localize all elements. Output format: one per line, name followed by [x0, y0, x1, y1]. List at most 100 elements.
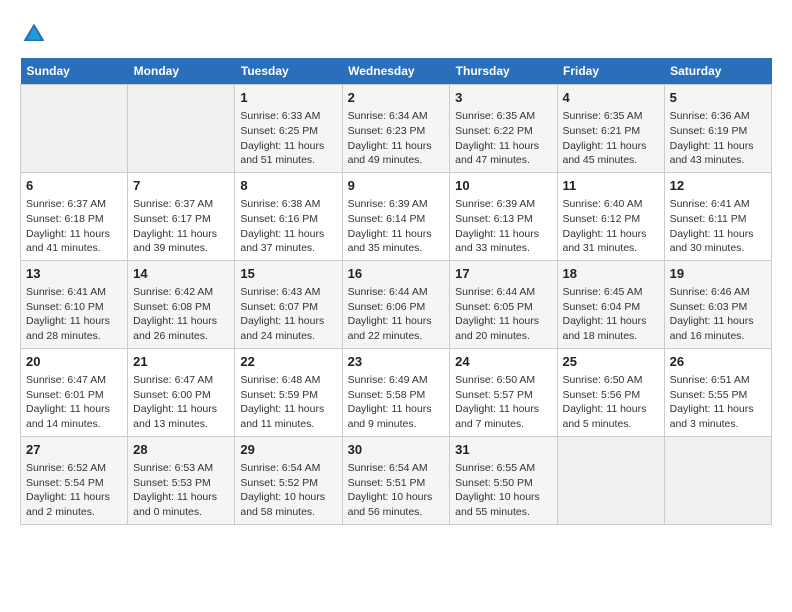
- day-info: Sunrise: 6:47 AM Sunset: 6:00 PM Dayligh…: [133, 373, 229, 432]
- day-number: 6: [26, 177, 122, 195]
- day-header-sunday: Sunday: [21, 58, 128, 85]
- day-info: Sunrise: 6:47 AM Sunset: 6:01 PM Dayligh…: [26, 373, 122, 432]
- day-number: 7: [133, 177, 229, 195]
- day-cell: 14Sunrise: 6:42 AM Sunset: 6:08 PM Dayli…: [128, 260, 235, 348]
- day-number: 15: [240, 265, 336, 283]
- day-cell: 11 Sunrise: 6:40 AM Sunset: 6:12 PM Dayli…: [557, 172, 664, 260]
- day-info: Sunrise: 6:39 AM Sunset: 6:14 PM Dayligh…: [348, 197, 445, 256]
- day-info: Sunrise: 6:37 AM Sunset: 6:18 PM Dayligh…: [26, 197, 122, 256]
- day-info: Sunrise: 6:51 AM Sunset: 5:55 PM Dayligh…: [670, 373, 766, 432]
- day-cell: 18Sunrise: 6:45 AM Sunset: 6:04 PM Dayli…: [557, 260, 664, 348]
- day-cell: 27 Sunrise: 6:52 AM Sunset: 5:54 PM Dayli…: [21, 436, 128, 524]
- day-info: Sunrise: 6:36 AM Sunset: 6:19 PM Dayligh…: [670, 109, 766, 168]
- logo-icon: [20, 20, 48, 48]
- week-row-4: 20Sunrise: 6:47 AM Sunset: 6:01 PM Dayli…: [21, 348, 772, 436]
- day-number: 27: [26, 441, 122, 459]
- calendar-header: SundayMondayTuesdayWednesdayThursdayFrid…: [21, 58, 772, 85]
- day-cell: 28 Sunrise: 6:53 AM Sunset: 5:53 PM Dayli…: [128, 436, 235, 524]
- day-cell: 4 Sunrise: 6:35 AM Sunset: 6:21 PM Daylig…: [557, 85, 664, 173]
- day-cell: 17 Sunrise: 6:44 AM Sunset: 6:05 PM Dayli…: [450, 260, 557, 348]
- day-info: Sunrise: 6:41 AM Sunset: 6:10 PM Dayligh…: [26, 285, 122, 344]
- day-info: Sunrise: 6:54 AM Sunset: 5:51 PM Dayligh…: [348, 461, 445, 520]
- day-cell: 3 Sunrise: 6:35 AM Sunset: 6:22 PM Daylig…: [450, 85, 557, 173]
- day-cell: 9 Sunrise: 6:39 AM Sunset: 6:14 PM Daylig…: [342, 172, 450, 260]
- day-number: 19: [670, 265, 766, 283]
- day-info: Sunrise: 6:46 AM Sunset: 6:03 PM Dayligh…: [670, 285, 766, 344]
- day-cell: 30 Sunrise: 6:54 AM Sunset: 5:51 PM Dayli…: [342, 436, 450, 524]
- day-number: 26: [670, 353, 766, 371]
- logo: [20, 20, 52, 48]
- day-number: 22: [240, 353, 336, 371]
- day-number: 28: [133, 441, 229, 459]
- day-cell: 24 Sunrise: 6:50 AM Sunset: 5:57 PM Dayli…: [450, 348, 557, 436]
- day-cell: 2 Sunrise: 6:34 AM Sunset: 6:23 PM Daylig…: [342, 85, 450, 173]
- calendar-table: SundayMondayTuesdayWednesdayThursdayFrid…: [20, 58, 772, 525]
- day-number: 30: [348, 441, 445, 459]
- day-number: 29: [240, 441, 336, 459]
- day-cell: 23Sunrise: 6:49 AM Sunset: 5:58 PM Dayli…: [342, 348, 450, 436]
- week-row-1: 1 Sunrise: 6:33 AM Sunset: 6:25 PM Daylig…: [21, 85, 772, 173]
- day-number: 24: [455, 353, 551, 371]
- day-cell: [21, 85, 128, 173]
- day-info: Sunrise: 6:54 AM Sunset: 5:52 PM Dayligh…: [240, 461, 336, 520]
- day-info: Sunrise: 6:55 AM Sunset: 5:50 PM Dayligh…: [455, 461, 551, 520]
- day-info: Sunrise: 6:38 AM Sunset: 6:16 PM Dayligh…: [240, 197, 336, 256]
- calendar-body: 1 Sunrise: 6:33 AM Sunset: 6:25 PM Daylig…: [21, 85, 772, 525]
- day-cell: 26 Sunrise: 6:51 AM Sunset: 5:55 PM Dayli…: [664, 348, 771, 436]
- day-header-friday: Friday: [557, 58, 664, 85]
- day-cell: 31Sunrise: 6:55 AM Sunset: 5:50 PM Dayli…: [450, 436, 557, 524]
- day-cell: 22 Sunrise: 6:48 AM Sunset: 5:59 PM Dayli…: [235, 348, 342, 436]
- day-cell: 6 Sunrise: 6:37 AM Sunset: 6:18 PM Daylig…: [21, 172, 128, 260]
- week-row-2: 6 Sunrise: 6:37 AM Sunset: 6:18 PM Daylig…: [21, 172, 772, 260]
- day-header-monday: Monday: [128, 58, 235, 85]
- day-number: 18: [563, 265, 659, 283]
- day-cell: 15Sunrise: 6:43 AM Sunset: 6:07 PM Dayli…: [235, 260, 342, 348]
- day-cell: 21 Sunrise: 6:47 AM Sunset: 6:00 PM Dayli…: [128, 348, 235, 436]
- day-info: Sunrise: 6:53 AM Sunset: 5:53 PM Dayligh…: [133, 461, 229, 520]
- day-info: Sunrise: 6:33 AM Sunset: 6:25 PM Dayligh…: [240, 109, 336, 168]
- day-info: Sunrise: 6:37 AM Sunset: 6:17 PM Dayligh…: [133, 197, 229, 256]
- day-cell: [557, 436, 664, 524]
- day-number: 10: [455, 177, 551, 195]
- day-cell: [664, 436, 771, 524]
- day-info: Sunrise: 6:34 AM Sunset: 6:23 PM Dayligh…: [348, 109, 445, 168]
- day-cell: 19 Sunrise: 6:46 AM Sunset: 6:03 PM Dayli…: [664, 260, 771, 348]
- day-info: Sunrise: 6:42 AM Sunset: 6:08 PM Dayligh…: [133, 285, 229, 344]
- day-number: 2: [348, 89, 445, 107]
- day-cell: 7 Sunrise: 6:37 AM Sunset: 6:17 PM Daylig…: [128, 172, 235, 260]
- day-info: Sunrise: 6:50 AM Sunset: 5:57 PM Dayligh…: [455, 373, 551, 432]
- day-number: 21: [133, 353, 229, 371]
- day-cell: 5 Sunrise: 6:36 AM Sunset: 6:19 PM Daylig…: [664, 85, 771, 173]
- day-info: Sunrise: 6:44 AM Sunset: 6:06 PM Dayligh…: [348, 285, 445, 344]
- day-info: Sunrise: 6:50 AM Sunset: 5:56 PM Dayligh…: [563, 373, 659, 432]
- day-info: Sunrise: 6:52 AM Sunset: 5:54 PM Dayligh…: [26, 461, 122, 520]
- day-cell: 10 Sunrise: 6:39 AM Sunset: 6:13 PM Dayli…: [450, 172, 557, 260]
- day-cell: 12Sunrise: 6:41 AM Sunset: 6:11 PM Dayli…: [664, 172, 771, 260]
- day-info: Sunrise: 6:49 AM Sunset: 5:58 PM Dayligh…: [348, 373, 445, 432]
- day-cell: 13 Sunrise: 6:41 AM Sunset: 6:10 PM Dayli…: [21, 260, 128, 348]
- page-header: [20, 20, 772, 48]
- day-info: Sunrise: 6:35 AM Sunset: 6:21 PM Dayligh…: [563, 109, 659, 168]
- day-header-wednesday: Wednesday: [342, 58, 450, 85]
- week-row-3: 13 Sunrise: 6:41 AM Sunset: 6:10 PM Dayli…: [21, 260, 772, 348]
- day-info: Sunrise: 6:39 AM Sunset: 6:13 PM Dayligh…: [455, 197, 551, 256]
- day-number: 4: [563, 89, 659, 107]
- day-info: Sunrise: 6:41 AM Sunset: 6:11 PM Dayligh…: [670, 197, 766, 256]
- day-number: 8: [240, 177, 336, 195]
- day-info: Sunrise: 6:44 AM Sunset: 6:05 PM Dayligh…: [455, 285, 551, 344]
- day-number: 3: [455, 89, 551, 107]
- day-cell: 29 Sunrise: 6:54 AM Sunset: 5:52 PM Dayli…: [235, 436, 342, 524]
- day-number: 13: [26, 265, 122, 283]
- day-header-saturday: Saturday: [664, 58, 771, 85]
- day-info: Sunrise: 6:40 AM Sunset: 6:12 PM Dayligh…: [563, 197, 659, 256]
- day-number: 17: [455, 265, 551, 283]
- day-info: Sunrise: 6:35 AM Sunset: 6:22 PM Dayligh…: [455, 109, 551, 168]
- day-number: 11: [563, 177, 659, 195]
- day-header-row: SundayMondayTuesdayWednesdayThursdayFrid…: [21, 58, 772, 85]
- day-info: Sunrise: 6:48 AM Sunset: 5:59 PM Dayligh…: [240, 373, 336, 432]
- day-number: 5: [670, 89, 766, 107]
- week-row-5: 27 Sunrise: 6:52 AM Sunset: 5:54 PM Dayli…: [21, 436, 772, 524]
- day-cell: [128, 85, 235, 173]
- day-number: 9: [348, 177, 445, 195]
- day-number: 1: [240, 89, 336, 107]
